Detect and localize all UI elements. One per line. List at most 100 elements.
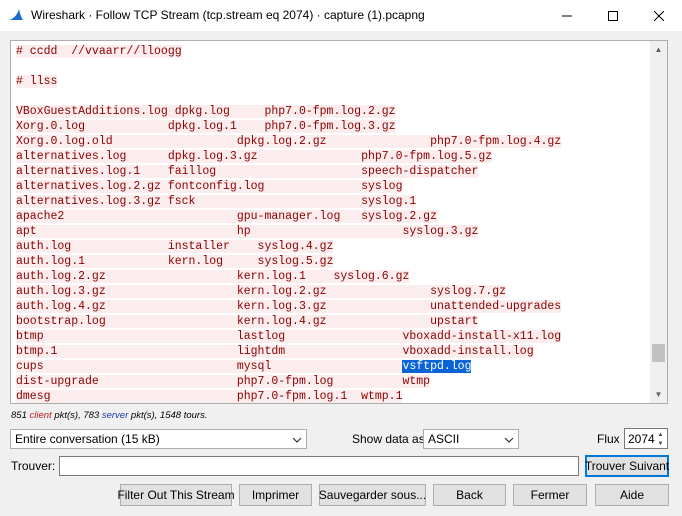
stream-line: Xorg.0.log dpkg.log.1 php7.0-fpm.log.3.g… [16,119,561,134]
chevron-down-icon [504,434,514,448]
stream-segment: auth.log.1 kern.log [16,255,224,268]
stream-line: apache2 gpu-manager.log syslog.2.gz [16,209,561,224]
stream-segment: alternatives.log dpkg.log.3.gz [16,150,258,163]
flux-spinbox[interactable]: 2074 ▲ ▼ [624,428,668,449]
stream-segment: alternatives.log.2.gz fontconfig.log [16,180,265,193]
stream-segment: wtmp.1 [347,390,403,403]
stream-line: alternatives.log.2.gz fontconfig.log sys… [16,179,561,194]
stream-segment: speech-dispatcher [216,165,479,178]
stream-line: bootstrap.log kern.log.4.gz upstart [16,314,561,329]
stream-line: Xorg.0.log.old dpkg.log.2.gz php7.0-fpm.… [16,134,562,149]
title-bar: Wireshark · Follow TCP Stream (tcp.strea… [0,0,682,31]
show-data-select[interactable]: ASCII [423,429,519,449]
client-word: client [29,410,52,421]
stream-segment: dist-upgrade php7.0-fpm.log [16,375,334,388]
stream-line [16,59,561,74]
stream-segment: vboxadd-install.log [285,345,534,358]
stream-line: # ccdd //vvaarr//lloogg [16,44,561,59]
chevron-down-icon [292,434,302,448]
maximize-icon [608,10,618,21]
maximize-button[interactable] [590,0,636,31]
window-title: Wireshark · Follow TCP Stream (tcp.strea… [31,8,425,22]
conversation-select[interactable]: Entire conversation (15 kB) [10,429,307,449]
flux-value: 2074 [628,432,655,446]
show-data-value: ASCII [428,432,460,446]
stream-line: alternatives.log dpkg.log.3.gz php7.0-fp… [16,149,561,164]
find-next-button[interactable]: Trouver Suivant [585,455,669,477]
back-button[interactable]: Back [433,484,506,506]
wireshark-fin-icon [8,8,24,22]
minimize-button[interactable] [544,0,590,31]
print-button[interactable]: Imprimer [239,484,312,506]
stream-segment: btmp.1 lightdm [16,345,286,358]
help-button[interactable]: Aide [595,484,669,506]
filter-out-stream-button[interactable]: Filter Out This Stream [117,484,235,506]
vertical-scrollbar[interactable]: ▲ ▼ [650,41,667,403]
flux-label: Flux [597,432,620,446]
stream-segment: syslog [264,180,403,193]
stream-segment: VBoxGuestAdditions.log dpkg.log php7.0-f… [16,105,396,118]
save-as-button[interactable]: Sauvegarder sous... [319,484,426,506]
server-count: 783 [83,410,100,421]
stream-segment: upstart [326,315,479,328]
stream-line: auth.log.2.gz kern.log.1 syslog.6.gz [16,269,561,284]
stream-segment: # llss [16,75,58,88]
spin-up-icon[interactable]: ▲ [655,430,666,439]
stream-segment: cups mysql [16,360,272,373]
stream-segment: syslog.2.gz [340,210,437,223]
stream-line: apt hp syslog.3.gz [16,224,561,239]
packet-stats: 851 client pkt(s), 783 server pkt(s), 15… [11,410,207,421]
scroll-up-icon[interactable]: ▲ [650,41,667,58]
stream-segment: bootstrap.log kern.log.4.gz [16,315,327,328]
stream-line: btmp.1 lightdm vboxadd-install.log [16,344,561,359]
stream-line: alternatives.log.1 faillog speech-dispat… [16,164,561,179]
stream-segment: php7.0-fpm.log.5.gz [257,150,493,163]
stream-segment: syslog.6.gz [305,270,410,283]
stream-segment: apache2 gpu-manager.log [16,210,341,223]
stream-line: # llss [16,74,561,89]
stream-segment: wtmp [333,375,431,388]
close-button[interactable]: Fermer [513,484,587,506]
stream-segment: alternatives.log.1 faillog [16,165,217,178]
stream-text-area[interactable]: # ccdd //vvaarr//lloogg # llss VBoxGuestAd… [10,40,668,404]
stream-segment: syslog.5.gz [223,255,334,268]
stats-mid: pkt(s), [51,410,84,421]
stream-segment: php7.0-fpm.log.4.gz [326,135,562,148]
scroll-down-icon[interactable]: ▼ [650,386,667,403]
stream-segment: syslog.1 [195,195,417,208]
stream-line: btmp lastlog vboxadd-install-x11.log [16,329,562,344]
selected-text: vsftpd.log [402,360,472,373]
stream-segment: auth.log.3.gz kern.log.2.gz [16,285,327,298]
stream-segment: auth.log.4.gz kern.log.3.gz [16,300,327,313]
spin-down-icon[interactable]: ▼ [655,439,666,448]
stream-segment [271,360,403,373]
stream-content: # ccdd //vvaarr//lloogg # llss VBoxGuestAd… [16,44,562,403]
stream-segment: syslog.3.gz [250,225,479,238]
stream-segment: vboxadd-install-x11.log [285,330,562,343]
conversation-select-value: Entire conversation (15 kB) [15,432,160,446]
stream-segment: apt hp [16,225,251,238]
stream-segment: # ccdd //vvaarr//lloogg [16,45,182,58]
stream-line: auth.log.4.gz kern.log.3.gz unattended-u… [16,299,562,314]
stream-segment: syslog.4.gz [229,240,334,253]
stream-line: dmesg php7.0-fpm.log.1 wtmp.1 [16,389,561,403]
stats-tail: pkt(s), 1548 tours. [128,410,208,421]
show-data-label: Show data as [352,432,425,446]
stream-segment: alternatives.log.3.gz fsck [16,195,196,208]
close-icon [654,10,664,21]
scroll-thumb[interactable] [652,344,665,362]
stream-segment: syslog.7.gz [326,285,506,298]
stream-line: auth.log.1 kern.log syslog.5.gz [16,254,561,269]
stream-segment: auth.log.2.gz kern.log.1 [16,270,306,283]
client-count: 851 [11,410,27,421]
stream-line: VBoxGuestAdditions.log dpkg.log php7.0-f… [16,104,561,119]
server-word: server [101,410,129,421]
stream-segment: Xorg.0.log.old dpkg.log.2.gz [16,135,327,148]
close-window-button[interactable] [636,0,682,31]
minimize-icon [562,15,572,16]
stream-segment: btmp lastlog [16,330,286,343]
stream-line: dist-upgrade php7.0-fpm.log wtmp [16,374,561,389]
find-input[interactable] [59,456,579,476]
stream-line [16,89,561,104]
stream-line: auth.log installer syslog.4.gz [16,239,561,254]
